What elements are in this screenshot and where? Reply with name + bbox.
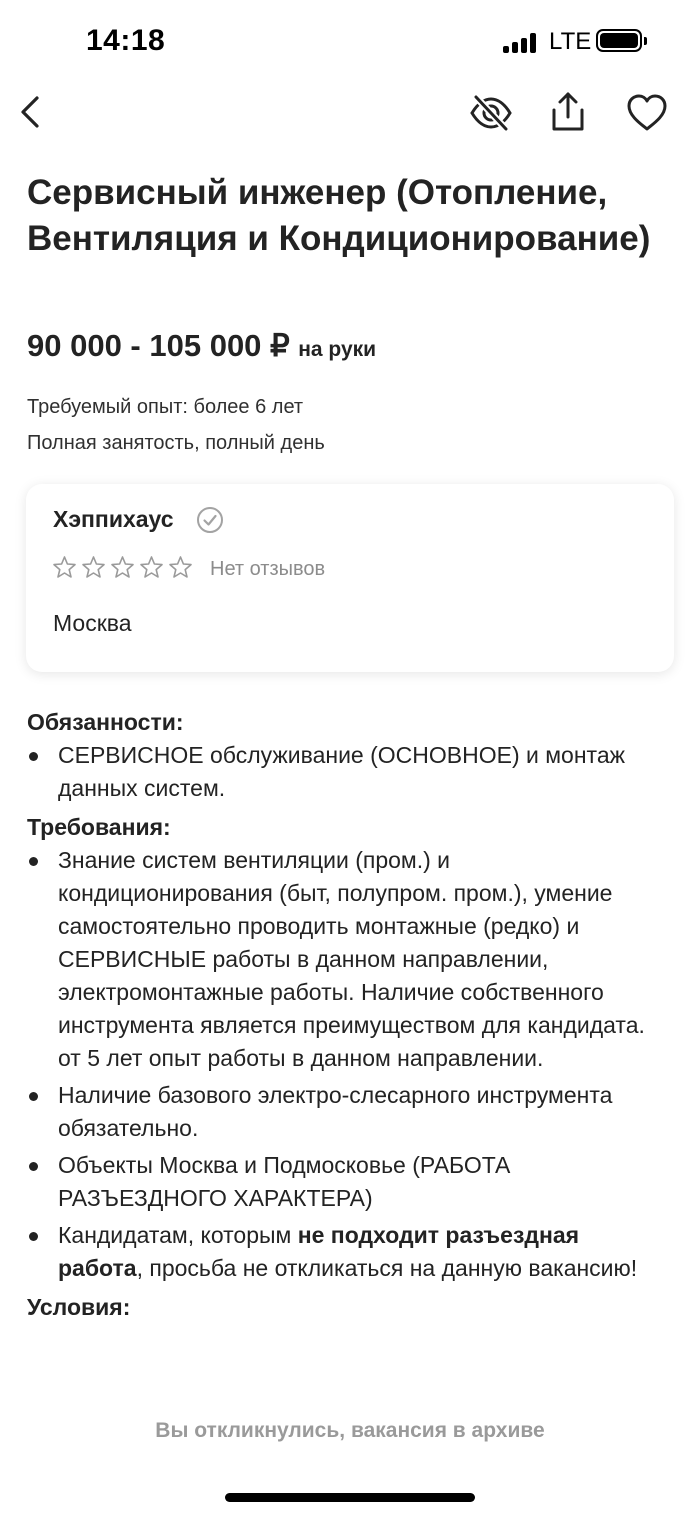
vacancy-description: Обязанности: СЕРВИСНОЕ обслуживание (ОСН… — [27, 706, 657, 1324]
star-outline-icon — [82, 556, 105, 578]
archive-status-note: Вы откликнулись, вакансия в архиве — [155, 1419, 545, 1442]
conditions-heading: Условия: — [27, 1294, 131, 1320]
status-time: 14:18 — [86, 24, 166, 57]
list-item: Кандидатам, которым не подходит разъездн… — [27, 1219, 657, 1285]
star-outline-icon — [53, 556, 76, 578]
note-text-after: , просьба не откликаться на данную вакан… — [136, 1255, 638, 1281]
salary-suffix: на руки — [298, 338, 377, 361]
hide-vacancy-button[interactable] — [469, 92, 513, 134]
note-text-before: Кандидатам, которым — [58, 1222, 298, 1248]
vacancy-screen: 14:18 LTE Сервисный инженер (Отопление, … — [0, 0, 700, 1514]
heart-icon — [627, 94, 667, 131]
duties-list: СЕРВИСНОЕ обслуживание (ОСНОВНОЕ) и монт… — [27, 739, 657, 805]
vacancy-title: Сервисный инженер (Отопление, Вентиляция… — [27, 173, 651, 258]
reviews-count[interactable]: Нет отзывов — [210, 558, 325, 581]
experience-required: Требуемый опыт: более 6 лет — [27, 396, 304, 418]
employer-name[interactable]: Хэппихаус — [53, 506, 174, 533]
star-outline-icon — [111, 556, 134, 578]
employer-city: Москва — [53, 610, 132, 636]
share-button[interactable] — [548, 90, 588, 134]
status-bar: 14:18 LTE — [0, 0, 700, 84]
back-button[interactable] — [12, 92, 48, 132]
employer-card[interactable]: Хэппихаус Нет отзывов Москва — [26, 484, 674, 672]
network-type: LTE — [549, 28, 592, 55]
list-item: Объекты Москва и Подмосковье (РАБОТА РАЗ… — [27, 1149, 657, 1215]
signal-icon — [503, 33, 539, 53]
salary: 90 000 - 105 000 ₽ на руки — [27, 328, 376, 364]
salary-amount: 90 000 - 105 000 ₽ — [27, 328, 290, 363]
duties-heading: Обязанности: — [27, 709, 184, 735]
battery-icon — [596, 29, 647, 52]
chevron-left-icon — [21, 96, 39, 128]
favorite-button[interactable] — [625, 92, 669, 134]
requirements-list: Знание систем вентиляции (пром.) и конди… — [27, 844, 657, 1285]
requirements-heading: Требования: — [27, 814, 171, 840]
list-item: Знание систем вентиляции (пром.) и конди… — [27, 844, 657, 1075]
employment-type: Полная занятость, полный день — [27, 432, 325, 454]
star-outline-icon — [169, 556, 192, 578]
star-outline-icon — [140, 556, 163, 578]
list-item: СЕРВИСНОЕ обслуживание (ОСНОВНОЕ) и монт… — [27, 739, 657, 805]
verified-icon — [197, 507, 223, 533]
list-item: Наличие базового электро-слесарного инст… — [27, 1079, 657, 1145]
home-indicator[interactable] — [225, 1493, 475, 1502]
share-icon — [552, 92, 584, 131]
eye-off-icon — [470, 94, 512, 132]
bottom-bar: Вы откликнулись, вакансия в архиве — [0, 1404, 700, 1514]
rating-stars — [52, 555, 197, 583]
